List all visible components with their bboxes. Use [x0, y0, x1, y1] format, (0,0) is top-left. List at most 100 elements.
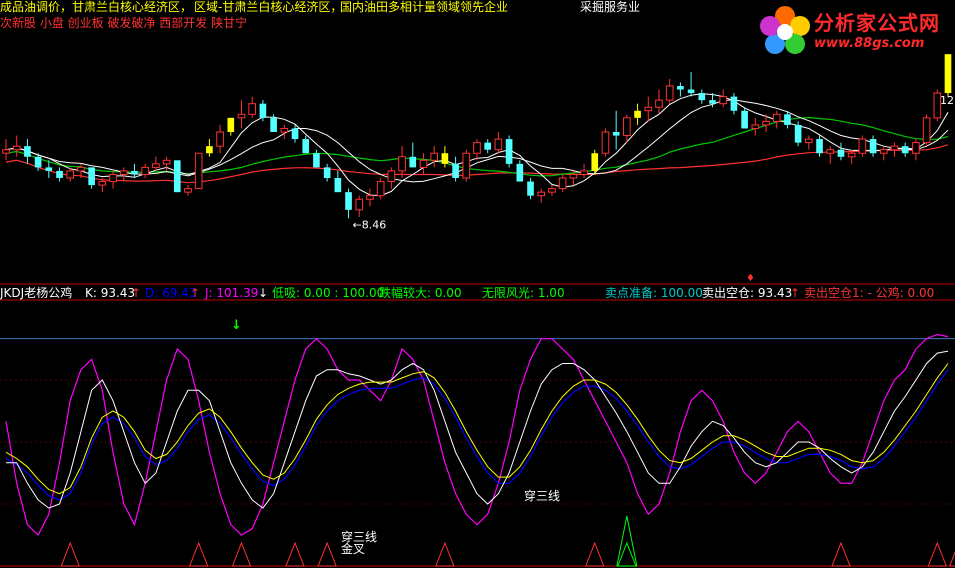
sell-signal-marker: ♦ [746, 273, 755, 284]
candle-body [505, 139, 513, 164]
candle-body [452, 163, 459, 178]
candle-body [558, 177, 567, 190]
candle-body [858, 138, 867, 154]
candle-body [837, 149, 845, 157]
candle-body [334, 178, 342, 193]
candle-body [730, 96, 738, 111]
candle-body [462, 152, 471, 179]
chart-canvas: ←8.4612♦ ↓穿三线穿三线金叉 [0, 0, 955, 568]
candle-body [248, 103, 257, 115]
candle-body [398, 156, 406, 172]
candle-body [847, 152, 856, 158]
candle-body [826, 149, 835, 154]
candle-body [77, 166, 85, 172]
indicator-sell-empty1: 卖出空仓1: - 公鸡: 0.00 [804, 286, 935, 300]
candle-body [698, 93, 706, 101]
d-up-arrow: ↑ [190, 286, 201, 300]
ticker-line1-a: 成品油调价，甘肃兰白核心经济区， [0, 0, 193, 14]
indicator-sell-empty: 卖出空仓: 93.43 [702, 286, 793, 300]
candle-body [569, 173, 578, 179]
candle-body [922, 117, 931, 144]
ticker-line2: 次新股 小盘 创业板 破发破净 西部开发 陕甘宁 [0, 16, 248, 30]
golden-cross-label: 金叉 [341, 541, 365, 556]
candle-body [772, 113, 781, 122]
candle-body [494, 138, 503, 151]
candle-body [109, 173, 117, 183]
candle-body [24, 146, 31, 157]
candle-body [98, 181, 107, 186]
candle-body [944, 54, 952, 94]
candle-body [527, 181, 534, 196]
candle-body [784, 114, 791, 125]
candle-body [816, 139, 823, 154]
candle-body [719, 96, 728, 105]
candle-body [173, 160, 181, 193]
candle-body [655, 99, 663, 108]
candle-body [409, 156, 417, 168]
candle-body [194, 152, 203, 190]
candle-body [709, 100, 716, 104]
candle-body [591, 153, 599, 171]
candle-body [162, 159, 171, 165]
buy-arrow-icon: ↓ [231, 318, 242, 333]
candle-body [441, 153, 449, 164]
candle-body [879, 149, 888, 154]
ticker-line1-c: 国内油田多相计量领域领先企业 [340, 0, 509, 14]
candle-body [56, 170, 63, 178]
candle-body [270, 117, 277, 132]
candle-body [216, 131, 224, 147]
candle-body [537, 191, 546, 197]
logo-title: 分析家公式网 [814, 11, 940, 35]
candle-body [206, 146, 213, 154]
candle-body [12, 145, 21, 151]
candle-body [152, 163, 160, 168]
candle-body [237, 113, 246, 119]
candle-body [227, 117, 235, 132]
candle-body [119, 170, 128, 175]
service-label: 采掘服务业 [580, 0, 641, 14]
indicator-d: D: 69.43 [145, 286, 197, 300]
candle-body [901, 146, 909, 154]
indicator-low-buy: 低吸: 0.00 : 100.00 [272, 286, 385, 300]
candle-body [34, 156, 42, 168]
j-down-arrow: ↓ [258, 286, 269, 300]
candle-body [259, 103, 267, 118]
high-price-label: 12 [940, 94, 954, 107]
candle-body [184, 188, 192, 193]
candle-body [355, 198, 364, 211]
candle-body [131, 170, 138, 175]
candle-body [612, 132, 620, 136]
cross-three-label-1: 穿三线 [524, 488, 560, 503]
indicator-j: J: 101.39 [205, 286, 259, 300]
candle-body [141, 166, 149, 175]
candle-body [665, 85, 674, 101]
candle-body [548, 188, 556, 193]
candle-body [323, 167, 331, 178]
candle-body [623, 117, 631, 137]
candle-body [890, 145, 899, 151]
candle-body [45, 167, 53, 171]
candle-body [805, 138, 813, 144]
candle-body [302, 139, 310, 154]
candle-body [387, 170, 396, 183]
low-price-label: ←8.46 [353, 218, 387, 231]
candle-body [741, 110, 748, 129]
candle-body [484, 142, 492, 150]
logo-url: www.88gs.com [814, 36, 925, 51]
flower-logo-icon [760, 6, 810, 54]
candle-body [280, 127, 289, 133]
candle-body [345, 192, 352, 210]
sell-empty-arrow: ↑ [790, 286, 801, 300]
candle-body [751, 124, 760, 129]
candle-body [601, 131, 610, 154]
k-up-arrow: ↑ [131, 286, 142, 300]
indicator-sell-prep: 卖点准备: 100.00 [605, 286, 703, 300]
candle-body [677, 86, 684, 90]
indicator-k: K: 93.43 [85, 286, 136, 300]
candle-body [66, 170, 75, 179]
candle-body [869, 139, 877, 154]
candle-body [88, 167, 95, 186]
candle-body [313, 153, 320, 168]
indicator-name: JKDJ老杨公鸡 [0, 286, 73, 300]
candle-body [419, 159, 428, 168]
